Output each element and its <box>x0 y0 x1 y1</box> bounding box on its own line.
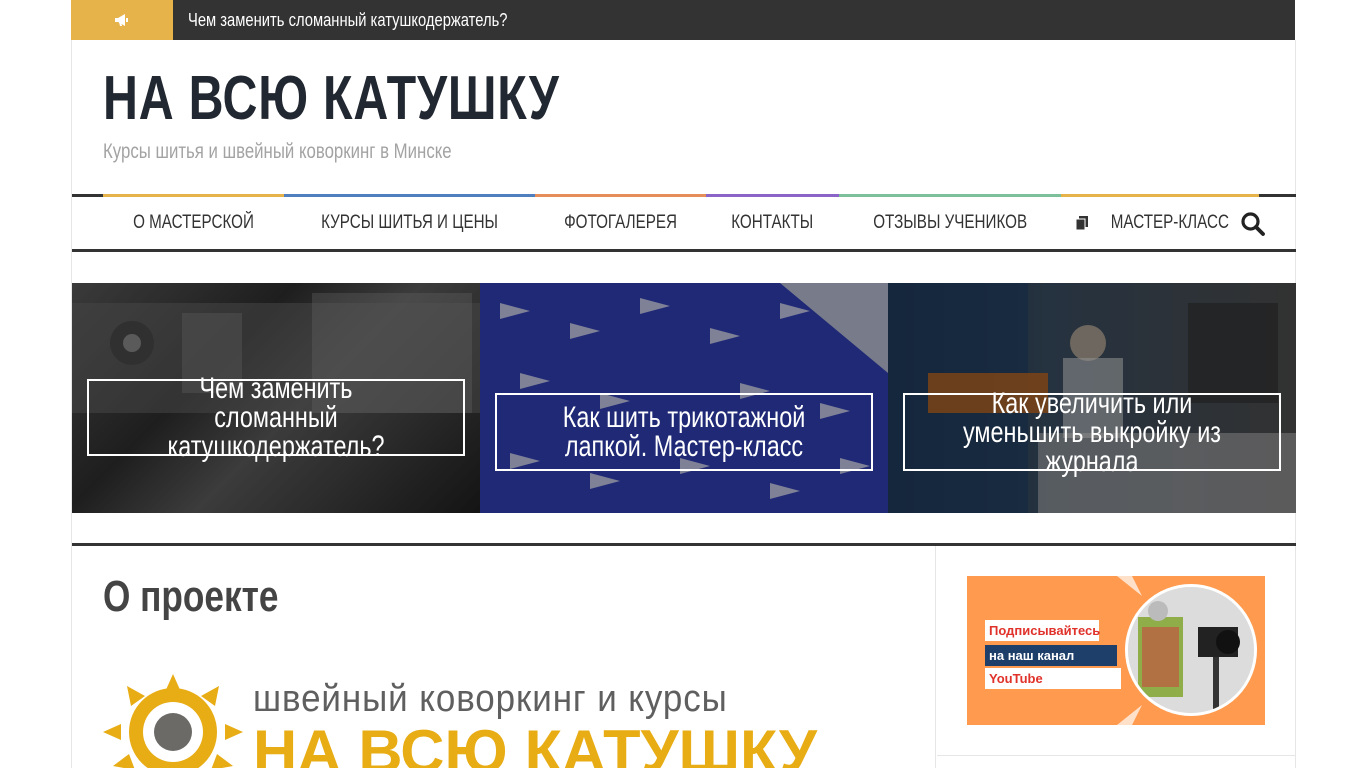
logo-text-line1: швейный коворкинг и курсы <box>253 678 728 720</box>
sun-logo-icon <box>103 674 243 768</box>
nav-item-workshop[interactable]: О мастерской <box>103 194 284 249</box>
slide-title-box: Как шить трикотажной лапкой. Мастер-клас… <box>495 393 873 471</box>
slide-title-box: Как увеличить или уменьшить выкройку из … <box>903 388 1281 476</box>
nav-item-reviews[interactable]: Отзывы учеников <box>838 194 1062 249</box>
ticker-label-box <box>71 0 173 40</box>
nav-item-label: Фотогалерея <box>564 212 678 233</box>
nav-item-label: Курсы шитья и цены <box>321 212 499 233</box>
news-ticker: Чем заменить сломанный катушкодержатель? <box>71 0 1295 40</box>
nav-item-label: Отзывы учеников <box>872 212 1027 233</box>
youtube-subscribe-banner[interactable]: Подписывайтесь на наш канал YouTube <box>967 576 1265 725</box>
sidebar-divider <box>937 755 1296 756</box>
ticker-link[interactable]: Чем заменить сломанный катушкодержатель? <box>188 0 507 40</box>
page-title: О проекте <box>103 572 279 621</box>
banner-line: на наш канал <box>985 645 1117 666</box>
search-icon[interactable] <box>1240 211 1266 237</box>
banner-line: YouTube <box>985 668 1121 689</box>
page-container: НА ВСЮ КАТУШКУ Курсы шитья и швейный ков… <box>71 40 1296 768</box>
featured-slider: Чем заменить сломанный катушкодержатель?… <box>72 283 1296 513</box>
sidebar: Подписывайтесь на наш канал YouTube <box>937 546 1296 768</box>
banner-line: Подписывайтесь <box>985 620 1100 641</box>
project-logo-image: швейный коворкинг и курсы НА ВСЮ КАТУШКУ <box>103 670 903 768</box>
studio-photo <box>1125 584 1257 716</box>
nav-item-masterclass[interactable]: Мастер-класс <box>1061 194 1259 249</box>
book-icon <box>1076 216 1089 230</box>
nav-item-gallery[interactable]: Фотогалерея <box>535 194 707 249</box>
featured-slide[interactable]: Как шить трикотажной лапкой. Мастер-клас… <box>480 283 888 513</box>
featured-slide[interactable]: Чем заменить сломанный катушкодержатель? <box>72 283 480 513</box>
slide-title: Как увеличить или уменьшить выкройку из … <box>962 386 1221 478</box>
nav-item-courses[interactable]: Курсы шитья и цены <box>283 194 536 249</box>
main-content: О проекте швейный коворкинг и курсы НА В… <box>72 546 936 768</box>
nav-item-label: О мастерской <box>133 212 254 233</box>
nav-item-contacts[interactable]: Контакты <box>706 194 839 249</box>
bullhorn-icon <box>115 14 128 26</box>
slide-title-box: Чем заменить сломанный катушкодержатель? <box>87 374 465 462</box>
site-tagline: Курсы шитья и швейный коворкинг в Минске <box>103 140 452 163</box>
main-navigation: О мастерской Курсы шитья и цены Фотогале… <box>72 194 1296 252</box>
nav-item-label: Мастер-класс <box>1110 212 1229 233</box>
logo-text-line2: НА ВСЮ КАТУШКУ <box>253 718 817 768</box>
slide-title: Чем заменить сломанный катушкодержатель? <box>167 372 385 463</box>
featured-slide[interactable]: Как увеличить или уменьшить выкройку из … <box>888 283 1296 513</box>
site-title[interactable]: НА ВСЮ КАТУШКУ <box>103 62 560 136</box>
nav-item-label: Контакты <box>731 212 814 233</box>
slide-title: Как шить трикотажной лапкой. Мастер-клас… <box>562 401 806 463</box>
